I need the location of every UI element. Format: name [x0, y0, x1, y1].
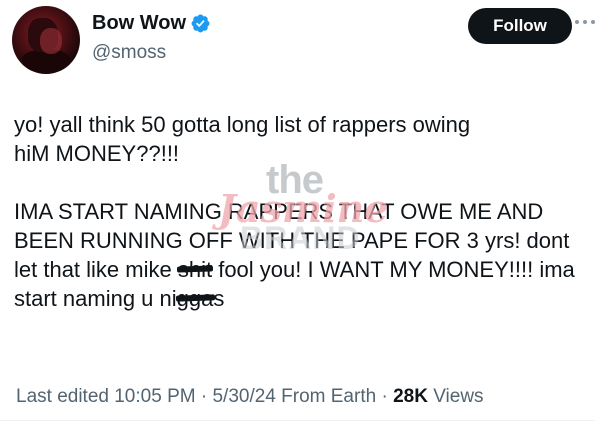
edited-timestamp[interactable]: Last edited 10:05 PM: [16, 386, 196, 407]
redacted-word: gga: [176, 286, 214, 311]
more-options-button[interactable]: [572, 12, 595, 32]
tweet-line: yo! yall think 50 gotta long list of rap…: [14, 112, 471, 137]
follow-button[interactable]: Follow: [468, 8, 572, 44]
verified-badge-icon: [191, 14, 210, 33]
avatar[interactable]: [12, 6, 80, 74]
tweet-text-segment: s: [213, 286, 225, 311]
tweet-paragraph-2: IMA START NAMING RAPPERS THAT OWE ME AND…: [14, 197, 584, 313]
redacted-word: shit: [177, 257, 213, 282]
author-name-row[interactable]: Bow Wow: [92, 12, 211, 35]
tweet-text: yo! yall think 50 gotta long list of rap…: [14, 110, 584, 313]
tweet-location: From Earth: [275, 386, 377, 407]
tweet-paragraph-1: yo! yall think 50 gotta long list of rap…: [14, 110, 584, 168]
tweet-line: hiM MONEY??!!!: [14, 141, 180, 166]
tweet-date[interactable]: 5/30/24: [212, 386, 275, 407]
author-name[interactable]: Bow Wow: [92, 12, 186, 35]
author-handle[interactable]: @smoss: [92, 42, 166, 64]
separator: ·: [376, 386, 394, 407]
more-dots-icon: [575, 20, 595, 24]
views-count: 28K: [393, 386, 428, 407]
tweet-header: Bow Wow @smoss Follow: [12, 6, 595, 74]
divider: [0, 420, 595, 421]
tweet-meta: Last edited 10:05 PM · 5/30/24 From Eart…: [16, 386, 484, 408]
separator: ·: [195, 386, 213, 407]
views-label: Views: [427, 386, 484, 407]
